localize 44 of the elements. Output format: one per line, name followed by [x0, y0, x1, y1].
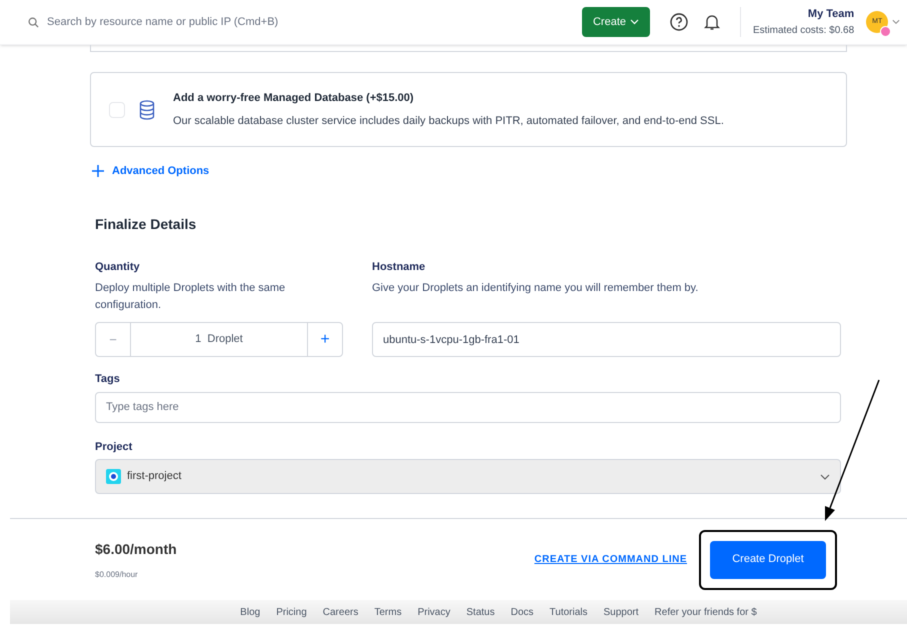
team-name: My Team [808, 7, 854, 22]
addon-title: Add a worry-free Managed Database (+$15.00) [173, 91, 415, 106]
footer-link[interactable]: Support [604, 604, 639, 620]
checkbox[interactable] [109, 102, 125, 118]
footer-link[interactable]: Blog [240, 604, 260, 620]
footer-link[interactable]: Terms [374, 604, 402, 620]
quantity-value: 1 Droplet [194, 332, 244, 348]
footer-link[interactable]: Refer your friends for $ [654, 604, 757, 620]
project-select[interactable]: first-project [95, 459, 841, 494]
chevron-down-icon[interactable] [892, 19, 900, 25]
hostname-label: Hostname [372, 260, 426, 274]
tags-field[interactable]: Type tags here [95, 392, 841, 422]
estimated-costs: Estimated costs: $0.68 [753, 24, 854, 38]
create-button[interactable]: Create [582, 7, 650, 37]
quantity-label: Quantity [95, 260, 141, 274]
hostname-help: Give your Droplets an identifying name you will remember them by. [372, 281, 700, 296]
help-icon[interactable] [670, 13, 688, 31]
monthly-price: $6.00/month [95, 540, 177, 558]
create-droplet-button[interactable]: Create Droplet [710, 540, 826, 578]
quantity-help: Deploy multiple Droplets with the same configuration. [95, 281, 286, 313]
footer-link[interactable]: Docs [510, 604, 534, 620]
footer-link[interactable]: Privacy [418, 604, 450, 620]
bell-icon[interactable] [704, 13, 720, 31]
addon-description: Our scalable database cluster service includes daily backups with PITR, automated failover, and end-to-end SSL. [173, 114, 724, 128]
project-icon [106, 469, 121, 484]
command-line-link[interactable]: CREATE VIA COMMAND LINE [534, 552, 687, 567]
footer-link[interactable]: Pricing [276, 604, 307, 620]
chevron-down-icon [820, 474, 830, 480]
section-heading: Finalize Details [95, 214, 198, 234]
advanced-options-link[interactable]: Advanced Options [92, 163, 210, 180]
database-icon [139, 100, 155, 120]
plus-icon [92, 165, 104, 178]
badge-icon [880, 26, 892, 37]
chevron-down-icon [630, 19, 640, 25]
increment-button[interactable]: + [307, 323, 342, 356]
footer-link[interactable]: Careers [322, 604, 358, 620]
hourly-price: $0.009/hour [95, 568, 139, 580]
project-label: Project [95, 440, 134, 454]
footer-link[interactable]: Status [466, 604, 495, 620]
hostname-field[interactable]: ubuntu-s-1vcpu-1gb-fra1-01 [372, 322, 841, 357]
search-field[interactable]: Search by resource name or public IP (Cmd+B) [47, 14, 447, 30]
footer-link[interactable]: Tutorials [550, 604, 588, 620]
tags-label: Tags [95, 372, 121, 387]
search-icon [28, 16, 39, 28]
